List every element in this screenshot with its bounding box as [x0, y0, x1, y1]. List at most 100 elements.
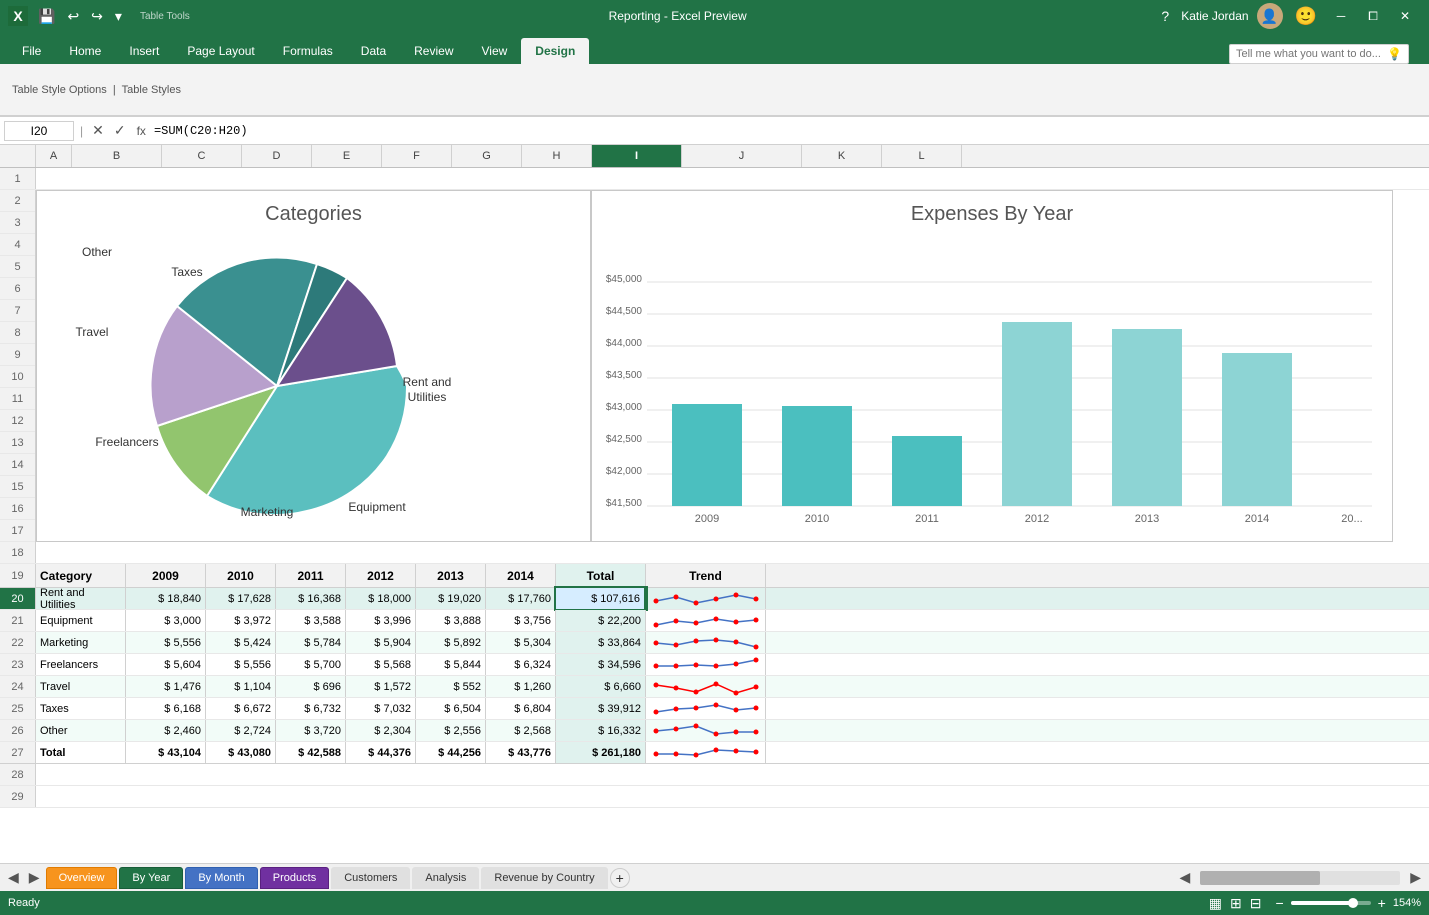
restore-button[interactable]: ⧠ — [1357, 0, 1389, 32]
cell-f22[interactable]: $ 5,904 — [346, 632, 416, 653]
cell-i21[interactable]: $ 22,200 — [556, 610, 646, 631]
cell-c21[interactable]: $ 3,000 — [126, 610, 206, 631]
col-header-a[interactable]: A — [36, 145, 72, 167]
cell-c24[interactable]: $ 1,476 — [126, 676, 206, 697]
cell-b27[interactable]: Total — [36, 742, 126, 763]
minimize-button[interactable]: ─ — [1325, 0, 1357, 32]
cell-i27[interactable]: $ 261,180 — [556, 742, 646, 763]
cell-h21[interactable]: $ 3,756 — [486, 610, 556, 631]
col-header-g[interactable]: G — [452, 145, 522, 167]
tab-formulas[interactable]: Formulas — [269, 38, 347, 64]
row-25[interactable]: 25 Taxes $ 6,168 $ 6,672 $ 6,732 $ 7,032… — [0, 698, 1429, 720]
cell-i23[interactable]: $ 34,596 — [556, 654, 646, 675]
cell-g21[interactable]: $ 3,888 — [416, 610, 486, 631]
sheet-scroll-right[interactable]: ▶ — [1406, 869, 1425, 886]
zoom-out-button[interactable]: − — [1272, 895, 1286, 911]
tell-me-box[interactable]: 💡 — [1229, 44, 1409, 64]
save-button[interactable]: 💾 — [34, 6, 59, 27]
cell-b20[interactable]: Rent and Utilities — [36, 588, 126, 609]
cell-h20[interactable]: $ 17,760 — [486, 588, 556, 609]
cell-i24[interactable]: $ 6,660 — [556, 676, 646, 697]
row-20[interactable]: 20 Rent and Utilities $ 18,840 $ 17,628 … — [0, 588, 1429, 610]
cell-c23[interactable]: $ 5,604 — [126, 654, 206, 675]
tab-page-layout[interactable]: Page Layout — [173, 38, 268, 64]
cell-e23[interactable]: $ 5,700 — [276, 654, 346, 675]
col-header-e[interactable]: E — [312, 145, 382, 167]
cell-c20[interactable]: $ 18,840 — [126, 588, 206, 609]
zoom-in-button[interactable]: + — [1375, 895, 1389, 911]
sheet-nav-left[interactable]: ◀ — [4, 869, 23, 886]
col-header-f[interactable]: F — [382, 145, 452, 167]
tab-insert[interactable]: Insert — [115, 38, 173, 64]
cell-g20[interactable]: $ 19,020 — [416, 588, 486, 609]
cell-e25[interactable]: $ 6,732 — [276, 698, 346, 719]
cell-b22[interactable]: Marketing — [36, 632, 126, 653]
col-header-k[interactable]: K — [802, 145, 882, 167]
page-break-view-button[interactable]: ⊟ — [1247, 895, 1265, 912]
row-21[interactable]: 21 Equipment $ 3,000 $ 3,972 $ 3,588 $ 3… — [0, 610, 1429, 632]
tab-view[interactable]: View — [468, 38, 522, 64]
cell-h26[interactable]: $ 2,568 — [486, 720, 556, 741]
cell-f24[interactable]: $ 1,572 — [346, 676, 416, 697]
cell-e21[interactable]: $ 3,588 — [276, 610, 346, 631]
cancel-formula-button[interactable]: ✕ — [89, 122, 107, 139]
cell-f27[interactable]: $ 44,376 — [346, 742, 416, 763]
cell-i25[interactable]: $ 39,912 — [556, 698, 646, 719]
spreadsheet-scroll-area[interactable]: 1 Categories — [0, 168, 1429, 863]
cell-b21[interactable]: Equipment — [36, 610, 126, 631]
cell-c22[interactable]: $ 5,556 — [126, 632, 206, 653]
cell-d23[interactable]: $ 5,556 — [206, 654, 276, 675]
cell-reference-box[interactable] — [4, 121, 74, 141]
customize-button[interactable]: ▾ — [111, 6, 126, 27]
row-22[interactable]: 22 Marketing $ 5,556 $ 5,424 $ 5,784 $ 5… — [0, 632, 1429, 654]
tab-products[interactable]: Products — [260, 867, 329, 889]
confirm-formula-button[interactable]: ✓ — [111, 122, 129, 139]
cell-b26[interactable]: Other — [36, 720, 126, 741]
cell-f26[interactable]: $ 2,304 — [346, 720, 416, 741]
col-header-l[interactable]: L — [882, 145, 962, 167]
tab-home[interactable]: Home — [55, 38, 115, 64]
cell-b24[interactable]: Travel — [36, 676, 126, 697]
row-26[interactable]: 26 Other $ 2,460 $ 2,724 $ 3,720 $ 2,304… — [0, 720, 1429, 742]
cell-f23[interactable]: $ 5,568 — [346, 654, 416, 675]
cell-c25[interactable]: $ 6,168 — [126, 698, 206, 719]
cell-g24[interactable]: $ 552 — [416, 676, 486, 697]
sheet-nav-right[interactable]: ▶ — [25, 869, 44, 886]
cell-d26[interactable]: $ 2,724 — [206, 720, 276, 741]
cell-f20[interactable]: $ 18,000 — [346, 588, 416, 609]
cell-h24[interactable]: $ 1,260 — [486, 676, 556, 697]
cell-h22[interactable]: $ 5,304 — [486, 632, 556, 653]
col-header-c[interactable]: C — [162, 145, 242, 167]
col-header-h[interactable]: H — [522, 145, 592, 167]
close-button[interactable]: ✕ — [1389, 0, 1421, 32]
redo-button[interactable]: ↪ — [87, 6, 107, 27]
tab-revenue-by-country[interactable]: Revenue by Country — [481, 867, 607, 889]
add-sheet-button[interactable]: + — [610, 868, 630, 888]
cell-h23[interactable]: $ 6,324 — [486, 654, 556, 675]
cell-d27[interactable]: $ 43,080 — [206, 742, 276, 763]
tab-design[interactable]: Design — [521, 38, 589, 64]
cell-e20[interactable]: $ 16,368 — [276, 588, 346, 609]
cell-h27[interactable]: $ 43,776 — [486, 742, 556, 763]
row-27[interactable]: 27 Total $ 43,104 $ 43,080 $ 42,588 $ 44… — [0, 742, 1429, 764]
cell-d22[interactable]: $ 5,424 — [206, 632, 276, 653]
cell-e22[interactable]: $ 5,784 — [276, 632, 346, 653]
col-header-b[interactable]: B — [72, 145, 162, 167]
tab-file[interactable]: File — [8, 38, 55, 64]
tab-customers[interactable]: Customers — [331, 867, 410, 889]
cell-i26[interactable]: $ 16,332 — [556, 720, 646, 741]
cell-d20[interactable]: $ 17,628 — [206, 588, 276, 609]
cell-f25[interactable]: $ 7,032 — [346, 698, 416, 719]
col-header-d[interactable]: D — [242, 145, 312, 167]
cell-b25[interactable]: Taxes — [36, 698, 126, 719]
row-23[interactable]: 23 Freelancers $ 5,604 $ 5,556 $ 5,700 $… — [0, 654, 1429, 676]
scrollbar-thumb[interactable] — [1200, 871, 1320, 885]
tab-analysis[interactable]: Analysis — [412, 867, 479, 889]
cell-e24[interactable]: $ 696 — [276, 676, 346, 697]
undo-button[interactable]: ↩ — [63, 6, 83, 27]
cell-d25[interactable]: $ 6,672 — [206, 698, 276, 719]
zoom-thumb[interactable] — [1348, 898, 1358, 908]
tell-me-input[interactable] — [1236, 48, 1383, 60]
cell-g23[interactable]: $ 5,844 — [416, 654, 486, 675]
cell-d21[interactable]: $ 3,972 — [206, 610, 276, 631]
